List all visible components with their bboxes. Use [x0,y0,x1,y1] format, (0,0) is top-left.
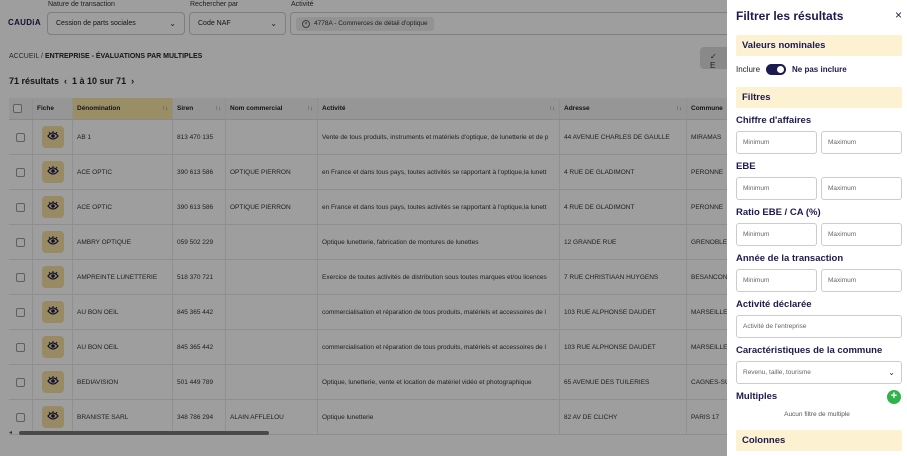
chevron-down-icon: ⌄ [888,368,895,377]
activite-declaree-label: Activité déclarée [736,299,812,310]
modal-overlay[interactable] [0,0,727,456]
annee-min-input[interactable]: Minimum [736,269,817,292]
section-nominal[interactable]: Valeurs nominales [736,35,902,56]
panel-title: Filtrer les résultats [736,9,844,23]
annee-label: Année de la transaction [736,253,844,264]
include-toggle[interactable] [766,64,787,75]
annee-max-input[interactable]: Maximum [821,269,902,292]
filter-panel: Filtrer les résultats × Valeurs nominale… [727,0,907,456]
not-include-label: Ne pas inclure [792,65,847,74]
commune-carac-value: Revenu, taille, tourisme [743,369,811,376]
commune-carac-label: Caractéristiques de la commune [736,345,883,356]
ratio-max-input[interactable]: Maximum [821,223,902,246]
ca-min-input[interactable]: Minimum [736,131,817,154]
ebe-label: EBE [736,161,756,172]
activite-declaree-input[interactable]: Activité de l'entreprise [736,315,902,338]
section-filtres[interactable]: Filtres [736,87,902,108]
ebe-max-input[interactable]: Maximum [821,177,902,200]
include-label: Inclure [736,65,761,74]
ca-label: Chiffre d'affaires [736,115,812,126]
ratio-label: Ratio EBE / CA (%) [736,207,821,218]
ebe-min-input[interactable]: Minimum [736,177,817,200]
add-multiple-icon[interactable]: + [887,390,901,404]
ratio-min-input[interactable]: Minimum [736,223,817,246]
multiples-label: Multiples [736,391,778,402]
ca-max-input[interactable]: Maximum [821,131,902,154]
close-icon[interactable]: × [895,8,902,22]
section-colonnes[interactable]: Colonnes [736,430,902,451]
commune-carac-select[interactable]: Revenu, taille, tourisme ⌄ [736,361,902,384]
include-toggle-row: Inclure Ne pas inclure [736,64,847,75]
no-multiple-text: Aucun filtre de multiple [784,411,850,418]
